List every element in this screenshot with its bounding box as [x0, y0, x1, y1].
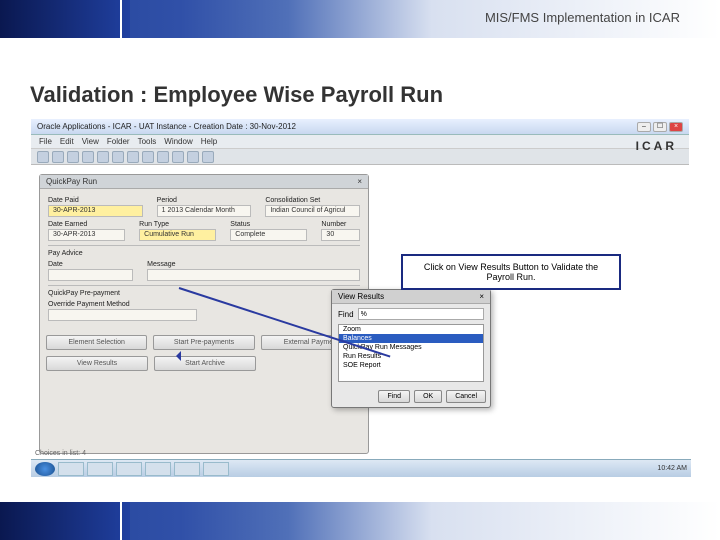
callout-arrow-icon [171, 351, 181, 361]
menu-view[interactable]: View [82, 137, 99, 146]
field-date-earned[interactable]: 30-APR-2013 [48, 229, 125, 241]
window-title-text: Oracle Applications - ICAR - UAT Instanc… [37, 122, 296, 131]
label-conset: Consolidation Set [265, 197, 360, 204]
menu-tools[interactable]: Tools [138, 137, 157, 146]
find-input[interactable] [358, 308, 484, 320]
header-divider [120, 0, 122, 38]
label-pay-advice: Pay Advice [48, 250, 360, 257]
slide-title: Validation : Employee Wise Payroll Run [30, 82, 443, 108]
footer-divider [120, 502, 122, 540]
toolbar-icon[interactable] [52, 151, 64, 163]
toolbar [31, 149, 689, 165]
maximize-button[interactable]: ☐ [653, 122, 667, 132]
field-number: 30 [321, 229, 360, 241]
dialog-ok-button[interactable]: OK [414, 390, 442, 403]
field-status: Complete [230, 229, 307, 241]
menu-edit[interactable]: Edit [60, 137, 74, 146]
list-item[interactable]: Zoom [339, 325, 483, 334]
header-title: MIS/FMS Implementation in ICAR [485, 10, 680, 25]
panel-close-icon[interactable]: × [357, 177, 362, 186]
start-button[interactable] [35, 462, 55, 476]
toolbar-icon[interactable] [112, 151, 124, 163]
taskbar-item[interactable] [58, 462, 84, 476]
dialog-title-text: View Results [338, 292, 384, 301]
tray-time: 10:42 AM [657, 465, 687, 472]
list-item[interactable]: SOE Report [339, 361, 483, 370]
quickpay-panel: QuickPay Run × Date Paid 30-APR-2013 Per… [39, 174, 369, 454]
toolbar-icon[interactable] [127, 151, 139, 163]
dialog-find-button[interactable]: Find [378, 390, 410, 403]
results-listbox[interactable]: Zoom Balances QuickPay Run Messages Run … [338, 324, 484, 382]
toolbar-icon[interactable] [37, 151, 49, 163]
taskbar-item[interactable] [116, 462, 142, 476]
toolbar-icon[interactable] [142, 151, 154, 163]
field-pa-date[interactable] [48, 269, 133, 281]
app-screenshot: Oracle Applications - ICAR - UAT Instanc… [30, 118, 690, 478]
dialog-cancel-button[interactable]: Cancel [446, 390, 486, 403]
system-tray[interactable]: 10:42 AM [657, 465, 687, 472]
label-number: Number [321, 221, 360, 228]
label-date-earned: Date Earned [48, 221, 125, 228]
menu-help[interactable]: Help [201, 137, 217, 146]
window-controls: – ☐ × [637, 122, 683, 132]
taskbar-item[interactable] [203, 462, 229, 476]
menu-window[interactable]: Window [164, 137, 192, 146]
field-date-paid[interactable]: 30-APR-2013 [48, 205, 143, 217]
minimize-button[interactable]: – [637, 122, 651, 132]
field-pa-msg[interactable] [147, 269, 360, 281]
menu-folder[interactable]: Folder [107, 137, 130, 146]
close-button[interactable]: × [669, 122, 683, 132]
toolbar-icon[interactable] [187, 151, 199, 163]
toolbar-icon[interactable] [157, 151, 169, 163]
field-period[interactable]: 1 2013 Calendar Month [157, 205, 252, 217]
toolbar-icon[interactable] [67, 151, 79, 163]
taskbar-item[interactable] [87, 462, 113, 476]
element-selection-button[interactable]: Element Selection [46, 335, 147, 350]
list-item[interactable]: Run Results [339, 352, 483, 361]
start-archive-button[interactable]: Start Archive [154, 356, 256, 371]
field-run-type[interactable]: Cumulative Run [139, 229, 216, 241]
label-run-type: Run Type [139, 221, 216, 228]
windows-taskbar: 10:42 AM [31, 459, 691, 477]
start-prepayments-button[interactable]: Start Pre-payments [153, 335, 254, 350]
toolbar-icon[interactable] [172, 151, 184, 163]
label-date-paid: Date Paid [48, 197, 143, 204]
slide-footer-bar [0, 502, 720, 540]
toolbar-icon[interactable] [202, 151, 214, 163]
panel-title: QuickPay Run × [40, 175, 368, 189]
toolbar-icon[interactable] [82, 151, 94, 163]
brand-logo: ICAR [636, 139, 677, 153]
label-status: Status [230, 221, 307, 228]
menu-file[interactable]: File [39, 137, 52, 146]
toolbar-icon[interactable] [97, 151, 109, 163]
view-results-button[interactable]: View Results [46, 356, 148, 371]
callout-box: Click on View Results Button to Validate… [401, 254, 621, 290]
window-titlebar: Oracle Applications - ICAR - UAT Instanc… [31, 119, 689, 135]
taskbar-item[interactable] [145, 462, 171, 476]
field-override[interactable] [48, 309, 197, 321]
label-override: Override Payment Method [48, 301, 197, 308]
status-bar-text: Choices in list: 4 [35, 450, 86, 457]
view-results-dialog: View Results × Find Zoom Balances QuickP… [331, 289, 491, 408]
menu-bar: File Edit View Folder Tools Window Help [31, 135, 689, 149]
dialog-close-icon[interactable]: × [479, 292, 484, 301]
find-label: Find [338, 310, 354, 319]
label-pa-date: Date [48, 261, 133, 268]
panel-title-text: QuickPay Run [46, 177, 97, 186]
label-period: Period [157, 197, 252, 204]
taskbar-item[interactable] [174, 462, 200, 476]
field-conset[interactable]: Indian Council of Agricul [265, 205, 360, 217]
label-pa-msg: Message [147, 261, 360, 268]
list-item[interactable]: Balances [339, 334, 483, 343]
